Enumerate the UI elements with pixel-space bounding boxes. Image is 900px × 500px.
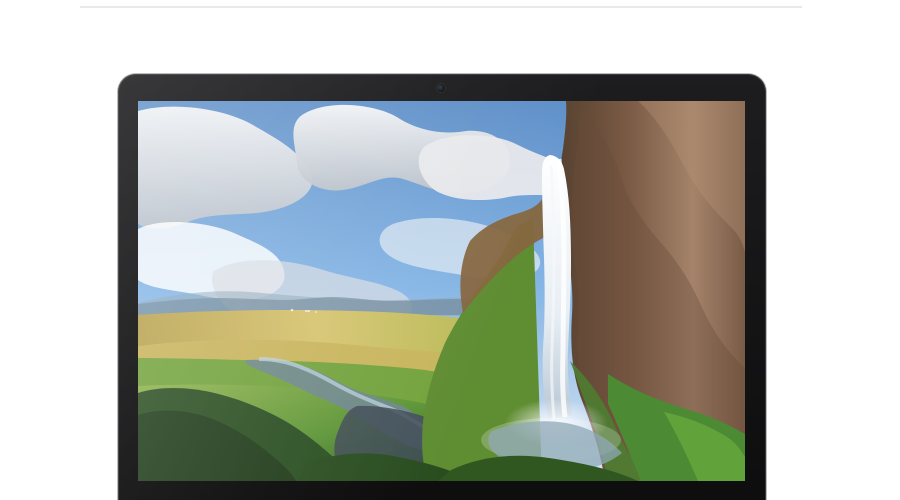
top-divider-line [80, 6, 802, 8]
display-screen [138, 101, 745, 481]
waterfall-wallpaper [138, 101, 745, 481]
product-showcase-page [0, 0, 900, 500]
webcam-icon [437, 84, 445, 92]
